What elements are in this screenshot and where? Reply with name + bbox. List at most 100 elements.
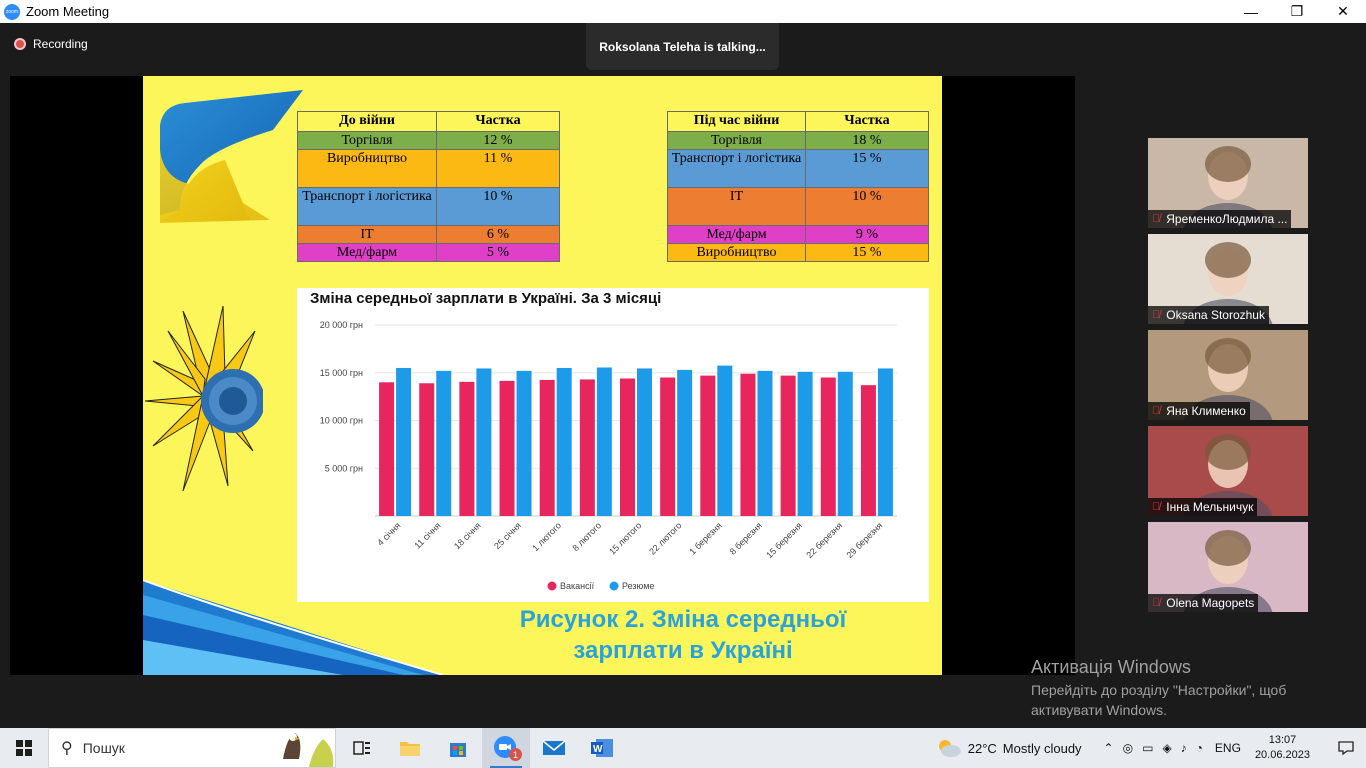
bar-resumes	[637, 368, 652, 516]
bar-resumes	[596, 367, 612, 516]
share-cell: 15 %	[805, 149, 929, 188]
bar-vacancies	[820, 377, 836, 516]
industry-cell: Торгівля	[667, 131, 806, 150]
speaker-icon[interactable]: ♪	[1181, 741, 1187, 755]
share-cell: 15 %	[805, 243, 929, 262]
share-cell: 12 %	[436, 131, 560, 150]
maximize-button[interactable]: ❐	[1274, 0, 1320, 23]
zoom-taskbar-button[interactable]: 1	[482, 728, 530, 768]
chevron-up-icon[interactable]: ⌃	[1104, 741, 1114, 755]
legend-label: Вакансії	[560, 581, 595, 591]
x-tick-label: 15 березня	[764, 520, 804, 560]
activation-line-1: Перейдіть до розділу "Настройки", щоб	[1031, 682, 1287, 698]
share-cell: 6 %	[436, 225, 560, 244]
bar-resumes	[396, 367, 412, 516]
close-button[interactable]: ✕	[1320, 0, 1366, 23]
activation-line-2: активувати Windows.	[1031, 702, 1167, 718]
windows-logo-icon	[16, 740, 32, 756]
table-row: Транспорт і логістика 15 %	[667, 149, 929, 188]
participant-name: Olena Magopets	[1166, 596, 1255, 610]
meet-now-icon[interactable]: ◎	[1123, 741, 1133, 755]
microsoft-store-button[interactable]	[434, 728, 482, 768]
file-explorer-button[interactable]	[386, 728, 434, 768]
industry-cell: Транспорт і логістика	[667, 149, 806, 188]
x-tick-label: 18 січня	[452, 520, 483, 551]
search-icon: ⚲	[61, 740, 73, 757]
participant-name-label: 🎙̸ Olena Magopets	[1148, 594, 1259, 612]
notification-center-button[interactable]	[1326, 728, 1366, 768]
x-tick-label: 4 січня	[375, 520, 402, 547]
notification-icon	[1338, 741, 1354, 755]
participant-video[interactable]: 🎙̸ ЯременкоЛюдмила ...	[1148, 138, 1308, 228]
mic-muted-icon: 🎙̸	[1152, 501, 1161, 513]
mic-muted-icon: 🎙̸	[1152, 309, 1161, 321]
participant-video[interactable]: 🎙̸ Oksana Storozhuk	[1148, 234, 1308, 324]
security-icon[interactable]: ◈	[1162, 741, 1171, 755]
chart-title: Зміна середньої зарплати в Україні. За 3…	[310, 290, 662, 307]
bar-chart: 20 000 грн 15 000 грн 10 000 грн 5 000 грн 4…	[320, 320, 897, 591]
store-icon	[450, 743, 466, 757]
bar-resumes	[837, 371, 853, 516]
participant-video[interactable]: 🎙̸ Olena Magopets	[1148, 522, 1308, 612]
activation-title: Активація Windows	[1031, 657, 1191, 677]
title-bar: zoom Zoom Meeting — ❐ ✕	[0, 0, 1366, 23]
weather-temp: 22°C	[967, 740, 997, 756]
x-tick-label: 15 лютого	[607, 520, 643, 556]
meeting-area: Recording Roksolana Teleha is talking...	[0, 23, 1366, 728]
legend-label: Резюме	[622, 581, 654, 591]
participant-name: ЯременкоЛюдмила ...	[1166, 212, 1288, 226]
share-cell: 18 %	[805, 131, 929, 150]
bar-vacancies	[419, 383, 435, 516]
bar-vacancies	[539, 379, 555, 516]
table-header: Під час війни	[667, 111, 806, 132]
x-tick-label: 22 березня	[804, 520, 844, 560]
clock[interactable]: 13:07 20.06.2023	[1255, 733, 1310, 763]
x-tick-label: 1 березня	[687, 520, 723, 556]
bar-vacancies	[740, 373, 756, 516]
table-row: Транспорт і логістика 10 %	[297, 187, 560, 226]
table-during-war: Під час війни Частка Торгівля 18 % Транспо…	[667, 111, 929, 262]
figure-caption: Рисунок 2. Зміна середньої зарплати в Ук…	[453, 604, 913, 666]
share-cell: 10 %	[805, 187, 929, 226]
x-tick-label: 8 березня	[728, 520, 764, 556]
participant-video[interactable]: 🎙̸ Інна Мельничук	[1148, 426, 1308, 516]
mail-button[interactable]	[530, 728, 578, 768]
weather-desc: Mostly cloudy	[1002, 740, 1082, 756]
start-button[interactable]	[0, 728, 48, 768]
participant-video[interactable]: 🎙̸ Яна Клименко	[1148, 330, 1308, 420]
table-header: Частка	[805, 111, 929, 132]
minimize-button[interactable]: —	[1228, 0, 1274, 23]
bar-vacancies	[860, 385, 876, 516]
industry-cell: ІТ	[297, 225, 437, 244]
y-tick-label: 5 000 грн	[325, 463, 363, 473]
ukraine-ribbon-logo	[160, 90, 303, 223]
word-button[interactable]: W	[578, 728, 626, 768]
share-cell: 5 %	[436, 243, 560, 262]
weather-widget[interactable]: 22°C Mostly cloudy	[936, 738, 1082, 758]
industry-cell: Виробництво	[297, 149, 437, 188]
bar-resumes	[476, 368, 492, 516]
x-tick-label: 11 січня	[412, 520, 442, 550]
system-tray: 22°C Mostly cloudy ⌃ ◎ ▭ ◈ ♪ ◔ ENG 13:07…	[936, 728, 1366, 768]
bar-resumes	[757, 370, 773, 516]
table-row: ІТ 6 %	[297, 225, 560, 244]
taskbar-search[interactable]: ⚲ Пошук	[48, 728, 336, 768]
table-row: Торгівля 12 %	[297, 131, 560, 150]
participant-gallery: 🎙̸ ЯременкоЛюдмила ... 🎙̸ Oksana Storozhuk 🎙…	[1148, 138, 1308, 618]
language-indicator[interactable]: ENG	[1215, 741, 1241, 755]
bar-vacancies	[499, 380, 515, 516]
industry-cell: Транспорт і логістика	[297, 187, 437, 226]
bar-resumes	[877, 368, 893, 516]
industry-cell: Торгівля	[297, 131, 437, 150]
table-row: Мед/фарм 9 %	[667, 225, 929, 244]
svg-text:W: W	[593, 744, 603, 755]
wifi-icon[interactable]: ◔	[1196, 741, 1203, 755]
task-view-button[interactable]	[338, 728, 386, 768]
recording-indicator[interactable]: Recording	[14, 37, 88, 51]
table-before-war: До війни Частка Торгівля 12 % Виробництво 1…	[297, 111, 560, 262]
record-icon	[14, 38, 26, 50]
mic-muted-icon: 🎙̸	[1152, 597, 1161, 609]
share-cell: 9 %	[805, 225, 929, 244]
battery-icon[interactable]: ▭	[1142, 741, 1153, 755]
clock-time: 13:07	[1268, 734, 1297, 746]
